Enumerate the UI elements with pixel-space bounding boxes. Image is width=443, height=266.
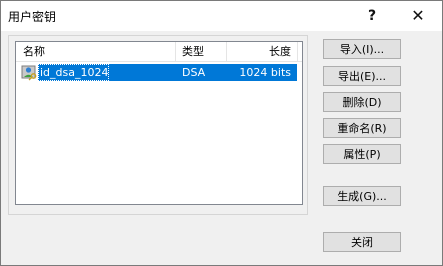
column-header-type[interactable]: 类型 xyxy=(182,42,204,61)
column-divider[interactable] xyxy=(175,42,176,61)
table-row[interactable]: id_dsa_1024 DSA 1024 bits xyxy=(16,64,297,81)
help-button[interactable]: ? xyxy=(357,3,387,29)
export-button[interactable]: 导出(E)... xyxy=(323,66,401,86)
column-divider[interactable] xyxy=(297,42,298,61)
column-header-name[interactable]: 名称 xyxy=(23,42,45,61)
close-button[interactable]: 关闭 xyxy=(323,232,401,252)
window-title: 用户密钥 xyxy=(8,10,57,24)
delete-button[interactable]: 删除(D) xyxy=(323,92,401,112)
user-keys-dialog: 用户密钥 ? ✕ 名称 类型 长度 id_dsa_1024 DSA 1024 b… xyxy=(0,0,443,266)
generate-button[interactable]: 生成(G)... xyxy=(323,186,401,206)
cell-key-length: 1024 bits xyxy=(239,66,291,79)
list-header: 名称 类型 长度 xyxy=(16,42,302,62)
rename-button[interactable]: 重命名(R) xyxy=(323,118,401,138)
close-window-button[interactable]: ✕ xyxy=(398,3,438,29)
properties-button[interactable]: 属性(P) xyxy=(323,144,401,164)
cell-key-name: id_dsa_1024 xyxy=(40,66,109,79)
cell-key-type: DSA xyxy=(182,66,206,79)
import-button[interactable]: 导入(I)... xyxy=(323,39,401,59)
column-divider[interactable] xyxy=(226,42,227,61)
column-header-length[interactable]: 长度 xyxy=(229,42,291,61)
keys-list[interactable]: 名称 类型 长度 id_dsa_1024 DSA 1024 bits xyxy=(15,41,303,205)
title-bar: 用户密钥 ? ✕ xyxy=(1,1,442,31)
key-user-icon xyxy=(21,64,38,81)
